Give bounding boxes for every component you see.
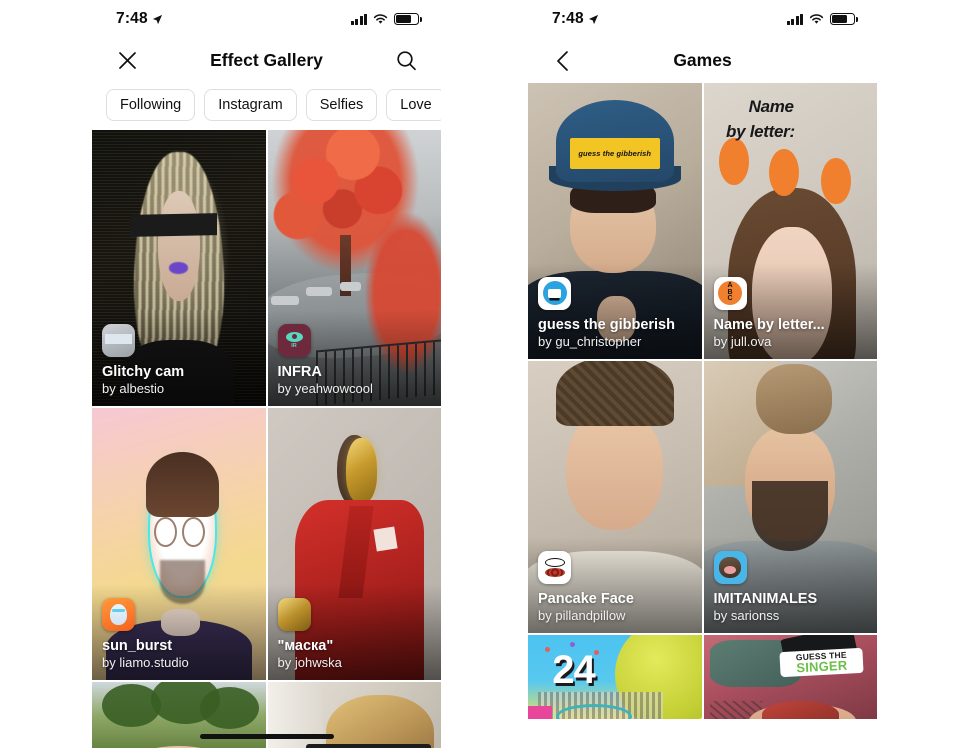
- effect-card-maska[interactable]: "маска" by johwska: [267, 408, 441, 680]
- ar-overlay-number: 24: [552, 648, 595, 693]
- effect-author: by jull.ova: [713, 333, 772, 349]
- effect-card-guess-the-gibberish[interactable]: guess the gibberish guess the gibberish …: [528, 83, 702, 359]
- wifi-icon: [373, 13, 388, 24]
- effect-title: Pancake Face: [538, 590, 634, 607]
- glitchy-cam-icon: [102, 323, 135, 357]
- status-bar-icons: [350, 13, 422, 25]
- filter-pill-instagram[interactable]: Instagram: [204, 89, 297, 121]
- chevron-left-icon: [557, 50, 568, 71]
- effect-meta: Pancake Face by pillandpillow: [538, 550, 694, 624]
- effect-title: guess the gibberish: [538, 316, 675, 333]
- effect-card-imitanimales[interactable]: IMITANIMALES by sarionss: [703, 361, 877, 633]
- effect-meta: ABC Name by letter... by jull.ova: [713, 276, 870, 350]
- maska-gold-icon: [277, 597, 311, 631]
- effect-title: Glitchy cam: [102, 363, 185, 380]
- effect-preview-image: GUESS THE SINGER: [703, 635, 877, 719]
- filter-pill-selfies[interactable]: Selfies: [305, 89, 378, 121]
- status-bar-time-group: 7:48: [552, 10, 599, 28]
- effect-author: by liamo.studio: [102, 654, 189, 670]
- status-bar: 7:48: [92, 0, 441, 38]
- effect-meta: sun_burst by liamo.studio: [102, 597, 258, 671]
- effect-grid: guess the gibberish guess the gibberish …: [528, 83, 877, 719]
- ar-overlay-line2: by letter:: [726, 121, 795, 141]
- location-arrow-icon: [152, 14, 162, 24]
- battery-icon: [830, 13, 858, 25]
- filter-pill-love[interactable]: Love: [386, 89, 441, 121]
- effect-meta: guess the gibberish by gu_christopher: [538, 276, 694, 350]
- effect-card-sun-burst[interactable]: sun_burst by liamo.studio: [92, 408, 266, 680]
- battery-icon: [394, 13, 422, 25]
- status-bar: 7:48: [528, 0, 877, 38]
- location-arrow-icon: [588, 14, 598, 24]
- effect-card-partial-24[interactable]: 24: [528, 635, 702, 719]
- effect-card-partial-guess-the-singer[interactable]: GUESS THE SINGER: [703, 635, 877, 719]
- cellular-signal-icon: [350, 13, 367, 25]
- status-bar-icons: [786, 13, 858, 25]
- effect-meta: Glitchy cam by albestio: [102, 323, 258, 397]
- effect-card-name-by-letter[interactable]: Name by letter: ABC Name by letter... by…: [703, 83, 877, 359]
- right-phone-screenshot: 7:48 Games guess the gibberish guess the…: [528, 0, 877, 748]
- home-indicator: [199, 734, 334, 739]
- close-button[interactable]: [110, 44, 144, 78]
- imitanimales-monkey-icon: [713, 550, 747, 584]
- sun-burst-icon: [102, 597, 135, 631]
- ar-overlay-line2: SINGER: [795, 658, 848, 676]
- effect-author: by pillandpillow: [538, 607, 626, 623]
- ar-overlay-label: guess the gibberish: [569, 138, 660, 169]
- nav-bar: Games: [528, 38, 877, 83]
- gibberish-icon: [538, 276, 571, 310]
- page-title: Games: [673, 50, 732, 70]
- effect-author: by sarionss: [713, 607, 780, 623]
- effect-author: by yeahwowcool: [277, 380, 373, 396]
- effect-card-infra[interactable]: IR INFRA by yeahwowcool: [267, 130, 441, 406]
- filter-pill-following[interactable]: Following: [106, 89, 196, 121]
- effect-title: sun_burst: [102, 637, 173, 654]
- ar-overlay-text: guess the gibberish: [578, 148, 652, 158]
- effect-author: by gu_christopher: [538, 333, 642, 349]
- wifi-icon: [809, 13, 824, 24]
- effect-author: by johwska: [277, 654, 342, 670]
- effect-title: INFRA: [277, 363, 322, 380]
- screenshot-stage: 7:48 Effect Gallery Following Instagram …: [0, 0, 960, 748]
- left-phone-screenshot: 7:48 Effect Gallery Following Instagram …: [92, 0, 441, 748]
- nav-bar: Effect Gallery: [92, 38, 441, 83]
- effect-preview-image: 24: [528, 635, 702, 719]
- close-icon: [118, 52, 136, 69]
- back-button[interactable]: [546, 44, 580, 78]
- ar-overlay-line1: Name: [748, 96, 794, 116]
- effect-meta: IMITANIMALES by sarionss: [713, 550, 870, 624]
- filter-pill-row[interactable]: Following Instagram Selfies Love Color: [92, 83, 441, 130]
- infra-eye-icon: IR: [277, 323, 311, 357]
- status-bar-time: 7:48: [116, 10, 148, 27]
- effect-card-glitchy-cam[interactable]: Glitchy cam by albestio: [92, 130, 266, 406]
- status-bar-time: 7:48: [552, 10, 584, 27]
- effect-author: by albestio: [102, 380, 165, 396]
- effect-title: IMITANIMALES: [713, 590, 818, 607]
- ar-overlay-sticker: GUESS THE SINGER: [779, 647, 864, 678]
- pancake-face-icon: [538, 550, 571, 584]
- effect-meta: "маска" by johwska: [277, 597, 434, 671]
- search-icon: [396, 51, 416, 71]
- effect-grid: Glitchy cam by albestio IR INFRA by yeah…: [92, 130, 441, 748]
- effect-title: "маска": [277, 637, 334, 654]
- abc-icon: ABC: [713, 276, 747, 310]
- search-button[interactable]: [389, 44, 423, 78]
- effect-title: Name by letter...: [713, 316, 825, 333]
- effect-meta: IR INFRA by yeahwowcool: [277, 323, 434, 397]
- cellular-signal-icon: [786, 13, 803, 25]
- status-bar-time-group: 7:48: [116, 10, 163, 28]
- effect-card-pancake-face[interactable]: Pancake Face by pillandpillow: [528, 361, 702, 633]
